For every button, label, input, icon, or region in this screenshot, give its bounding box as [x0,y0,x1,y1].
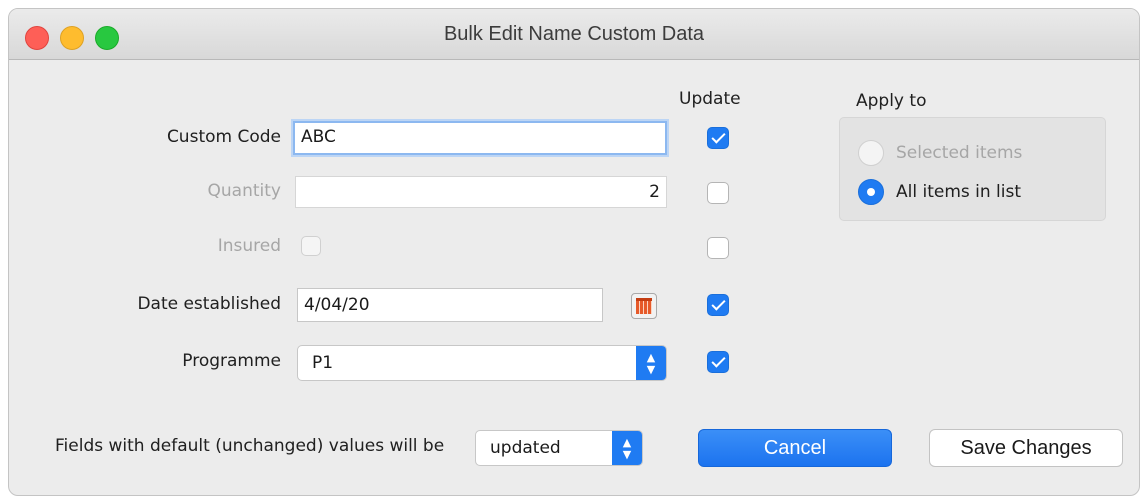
apply-to-group: Selected items All items in list [839,117,1106,221]
dialog-window: Bulk Edit Name Custom Data Update Custom… [8,8,1140,496]
quantity-update-checkbox[interactable] [707,182,729,204]
defaults-select[interactable]: updated ▲ ▼ [475,430,643,466]
date-established-update-checkbox[interactable] [707,294,729,316]
apply-all-items-label: All items in list [896,182,1022,202]
save-changes-button[interactable]: Save Changes [929,429,1123,467]
custom-code-update-checkbox[interactable] [707,127,729,149]
quantity-input[interactable]: 2 [295,176,667,208]
quantity-label: Quantity [207,181,281,201]
cancel-button[interactable]: Cancel [698,429,892,467]
custom-code-input[interactable]: ABC [293,121,667,155]
apply-to-title: Apply to [856,91,927,111]
insured-checkbox[interactable] [301,236,321,256]
chevron-up-down-icon: ▲ ▼ [636,346,666,380]
custom-code-label: Custom Code [166,127,281,147]
programme-select[interactable]: P1 ▲ ▼ [297,345,667,381]
calendar-icon[interactable] [631,293,657,319]
apply-all-items-radio[interactable] [858,179,884,205]
window-title: Bulk Edit Name Custom Data [443,23,705,45]
date-established-input[interactable]: 4/04/20 [297,288,603,322]
insured-update-checkbox[interactable] [707,237,729,259]
apply-selected-items-radio[interactable] [858,140,884,166]
programme-select-value: P1 [312,353,334,373]
update-column-header: Update [679,89,741,109]
insured-label: Insured [217,236,281,256]
programme-label: Programme [182,351,281,371]
apply-selected-items-label: Selected items [896,143,1023,163]
chevron-up-down-icon: ▲ ▼ [612,431,642,465]
defaults-select-value: updated [490,438,561,458]
date-established-label: Date established [137,294,281,314]
defaults-label: Fields with default (unchanged) values w… [55,436,445,456]
title-bar: Bulk Edit Name Custom Data [9,9,1139,60]
programme-update-checkbox[interactable] [707,351,729,373]
